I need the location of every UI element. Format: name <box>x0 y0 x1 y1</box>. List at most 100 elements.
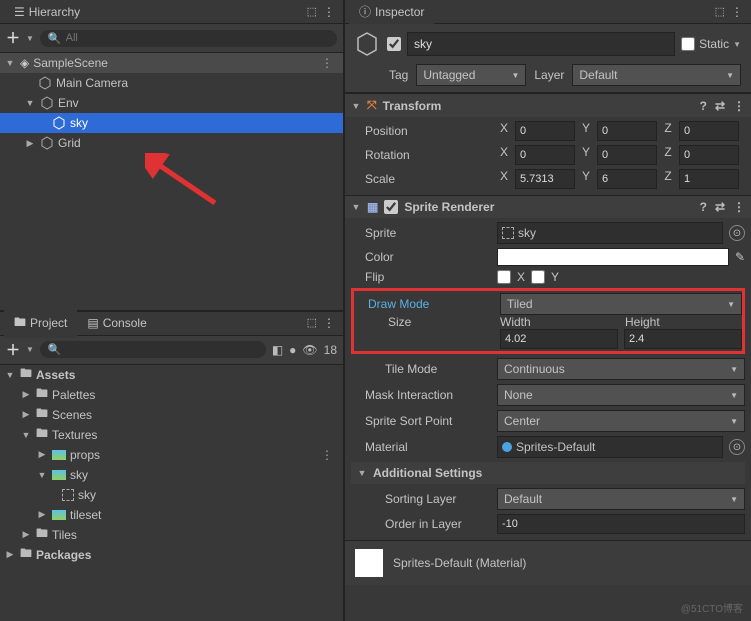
draw-mode-dropdown[interactable]: Tiled▼ <box>500 293 742 315</box>
filter-icon[interactable]: ◧ <box>272 343 283 357</box>
foldout-icon[interactable]: ▶ <box>20 529 32 540</box>
color-field[interactable] <box>497 248 729 266</box>
hierarchy-search-input[interactable] <box>66 32 329 44</box>
static-toggle[interactable] <box>681 37 695 51</box>
tile-mode-dropdown[interactable]: Continuous▼ <box>497 358 745 380</box>
gameobject-name-field[interactable] <box>407 32 675 56</box>
item-menu-icon[interactable]: ⋮ <box>321 448 333 462</box>
favorite-icon[interactable]: ● <box>289 343 296 357</box>
y-label: Y <box>579 121 593 141</box>
folder-assets[interactable]: ▼ 🖿 Assets <box>0 365 343 385</box>
folder-textures[interactable]: ▼ 🖿 Textures <box>0 425 343 445</box>
lock-icon[interactable]: ⬚ <box>307 5 317 19</box>
tag-dropdown[interactable]: Untagged▼ <box>416 64 526 86</box>
sprite-sky[interactable]: sky <box>0 485 343 505</box>
hidden-icon[interactable]: 👁 <box>302 343 317 357</box>
menu-icon[interactable]: ⋮ <box>731 5 743 19</box>
add-button[interactable]: ＋ <box>6 28 20 48</box>
size-label: Size <box>354 315 494 329</box>
width-field[interactable] <box>500 329 618 349</box>
object-picker-button[interactable]: ⊙ <box>729 225 745 241</box>
flip-y-toggle[interactable] <box>531 270 545 284</box>
foldout-icon[interactable]: ▶ <box>20 389 32 400</box>
foldout-icon[interactable]: ▶ <box>36 449 48 460</box>
material-footer[interactable]: Sprites-Default (Material) <box>345 540 751 585</box>
x-label: X <box>497 121 511 141</box>
sortpoint-dropdown[interactable]: Center▼ <box>497 410 745 432</box>
add-button[interactable]: ＋ <box>6 340 20 360</box>
position-z-field[interactable] <box>679 121 739 141</box>
mask-dropdown[interactable]: None▼ <box>497 384 745 406</box>
height-field[interactable] <box>624 329 742 349</box>
folder-palettes[interactable]: ▶ 🖿 Palettes <box>0 385 343 405</box>
tab-console[interactable]: ▤ Console <box>77 312 156 334</box>
project-search-input[interactable] <box>66 344 258 356</box>
foldout-icon[interactable]: ▼ <box>4 370 16 380</box>
texture-tileset[interactable]: ▶ tileset <box>0 505 343 525</box>
layer-dropdown[interactable]: Default▼ <box>572 64 741 86</box>
foldout-icon[interactable]: ▼ <box>351 202 361 212</box>
foldout-icon[interactable]: ▶ <box>20 409 32 420</box>
foldout-icon[interactable]: ▶ <box>4 549 16 560</box>
gameobject-active-toggle[interactable] <box>387 37 401 51</box>
foldout-icon[interactable]: ▼ <box>24 98 36 108</box>
flip-x-toggle[interactable] <box>497 270 511 284</box>
transform-title: Transform <box>383 99 442 113</box>
scale-x-field[interactable] <box>515 169 575 189</box>
position-x-field[interactable] <box>515 121 575 141</box>
rotation-z-field[interactable] <box>679 145 739 165</box>
menu-icon[interactable]: ⋮ <box>323 5 335 19</box>
tab-project[interactable]: 🖿 Project <box>4 309 77 338</box>
foldout-icon[interactable]: ▼ <box>20 430 32 440</box>
folder-tiles[interactable]: ▶ 🖿 Tiles <box>0 525 343 545</box>
foldout-icon[interactable]: ▶ <box>24 138 36 149</box>
object-picker-button[interactable]: ⊙ <box>729 439 745 455</box>
scene-row[interactable]: ▼ ◈ SampleScene ⋮ <box>0 53 343 73</box>
foldout-icon[interactable]: ▶ <box>36 509 48 520</box>
tab-inspector[interactable]: ⓘ Inspector <box>349 0 434 24</box>
texture-sky[interactable]: ▼ sky <box>0 465 343 485</box>
rotation-y-field[interactable] <box>597 145 657 165</box>
preset-icon[interactable]: ⇄ <box>715 200 725 214</box>
foldout-icon[interactable]: ▼ <box>351 101 361 111</box>
scale-y-field[interactable] <box>597 169 657 189</box>
sorting-layer-dropdown[interactable]: Default▼ <box>497 488 745 510</box>
scale-z-field[interactable] <box>679 169 739 189</box>
hierarchy-item-sky[interactable]: sky <box>0 113 343 133</box>
folder-scenes[interactable]: ▶ 🖿 Scenes <box>0 405 343 425</box>
spriterenderer-enabled-toggle[interactable] <box>384 200 398 214</box>
help-icon[interactable]: ? <box>700 99 707 113</box>
tab-hierarchy[interactable]: ☰ Hierarchy <box>4 1 90 23</box>
add-dropdown[interactable]: ▼ <box>26 345 34 354</box>
eyedropper-icon[interactable]: ✎ <box>735 250 745 264</box>
preset-icon[interactable]: ⇄ <box>715 99 725 113</box>
position-y-field[interactable] <box>597 121 657 141</box>
order-field[interactable] <box>497 514 745 534</box>
hierarchy-item-maincamera[interactable]: Main Camera <box>0 73 343 93</box>
foldout-icon[interactable]: ▼ <box>357 468 367 478</box>
menu-icon[interactable]: ⋮ <box>733 200 745 214</box>
menu-icon[interactable]: ⋮ <box>323 316 335 330</box>
spriterenderer-header[interactable]: ▼ ▦ Sprite Renderer ? ⇄ ⋮ <box>345 196 751 218</box>
help-icon[interactable]: ? <box>700 200 707 214</box>
sprite-field[interactable]: sky <box>497 222 723 244</box>
project-search[interactable]: 🔍 <box>40 341 266 358</box>
foldout-icon[interactable]: ▼ <box>4 58 16 68</box>
hierarchy-item-env[interactable]: ▼ Env <box>0 93 343 113</box>
transform-header[interactable]: ▼ ⤧ Transform ? ⇄ ⋮ <box>345 94 751 117</box>
menu-icon[interactable]: ⋮ <box>733 99 745 113</box>
lock-icon[interactable]: ⬚ <box>307 316 317 330</box>
rotation-x-field[interactable] <box>515 145 575 165</box>
lock-icon[interactable]: ⬚ <box>715 5 725 19</box>
add-dropdown[interactable]: ▼ <box>26 34 34 43</box>
texture-props[interactable]: ▶ props ⋮ <box>0 445 343 465</box>
foldout-icon[interactable]: ▼ <box>36 470 48 480</box>
folder-packages[interactable]: ▶ 🖿 Packages <box>0 545 343 565</box>
sprite-label: Sprite <box>351 226 491 240</box>
additional-settings-header[interactable]: ▼ Additional Settings <box>351 462 745 484</box>
material-field[interactable]: Sprites-Default <box>497 436 723 458</box>
hierarchy-search[interactable]: 🔍 <box>40 30 337 47</box>
static-dropdown[interactable]: ▼ <box>733 40 741 49</box>
hierarchy-item-grid[interactable]: ▶ Grid <box>0 133 343 153</box>
scene-menu-icon[interactable]: ⋮ <box>321 56 333 70</box>
